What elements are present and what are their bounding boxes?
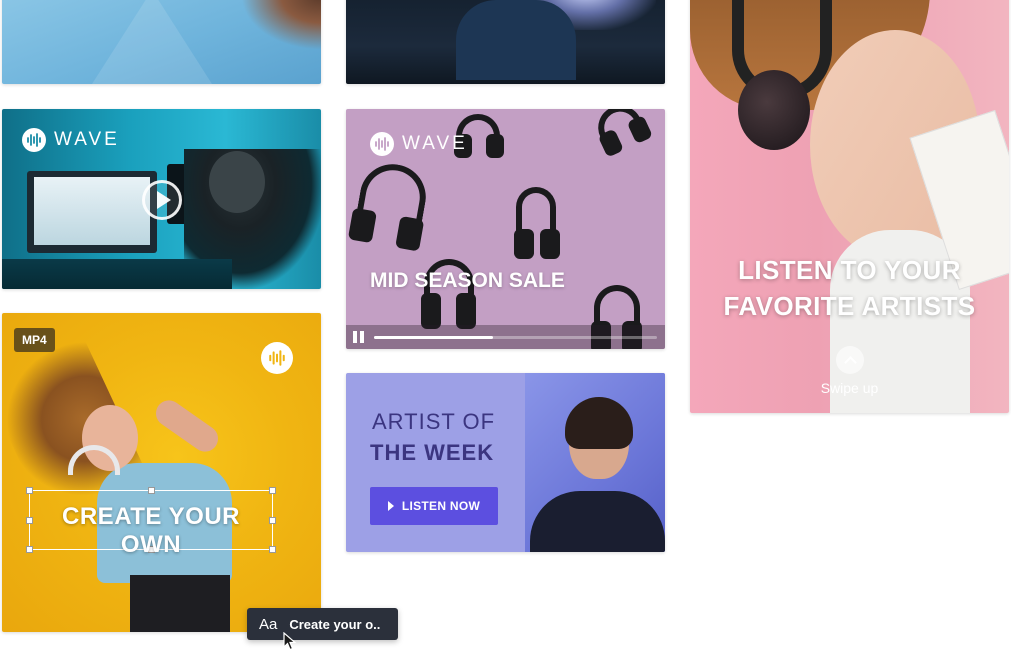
template-card-artist[interactable]: ARTIST OF THE WEEK LISTEN NOW bbox=[346, 373, 665, 552]
resize-handle[interactable] bbox=[148, 487, 155, 494]
template-card-story[interactable]: LISTEN TO YOUR FAVORITE ARTISTS Swipe up bbox=[690, 0, 1009, 413]
pause-icon[interactable] bbox=[353, 331, 365, 343]
photo-arm bbox=[150, 395, 224, 457]
photo-screen bbox=[34, 177, 150, 245]
photo-pants bbox=[130, 575, 230, 632]
text-selection-box[interactable]: CREATE YOUR OWN bbox=[26, 487, 276, 558]
resize-handle[interactable] bbox=[269, 487, 276, 494]
template-card-top-middle[interactable] bbox=[346, 0, 665, 84]
listen-now-button[interactable]: LISTEN NOW bbox=[370, 487, 498, 525]
story-title-line1: LISTEN TO YOUR bbox=[738, 255, 961, 285]
template-card-create[interactable]: MP4 CREATE YOUR OWN bbox=[2, 313, 321, 632]
photo-head bbox=[209, 151, 265, 213]
text-layer-tooltip: Aa Create your o.. bbox=[247, 608, 398, 640]
artist-heading-line2: THE WEEK bbox=[370, 440, 495, 465]
wave-icon bbox=[261, 342, 293, 374]
photo-person bbox=[456, 0, 576, 80]
wave-logo-text: WAVE bbox=[54, 129, 120, 150]
template-gallery: WAVE MP4 CREATE YOUR OWN WAVE MID SEASON… bbox=[0, 0, 1011, 668]
template-card-sale[interactable]: WAVE MID SEASON SALE bbox=[346, 109, 665, 349]
wave-icon bbox=[370, 132, 394, 156]
wave-logo: WAVE bbox=[22, 128, 120, 152]
play-icon bbox=[157, 191, 171, 209]
sale-title: MID SEASON SALE bbox=[370, 269, 565, 292]
wave-logo-text: WAVE bbox=[402, 133, 468, 154]
progress-track[interactable] bbox=[374, 336, 657, 339]
template-card-studio[interactable]: WAVE bbox=[2, 109, 321, 289]
mouse-cursor-icon bbox=[283, 632, 297, 651]
play-icon bbox=[387, 501, 394, 511]
progress-fill bbox=[374, 336, 493, 339]
template-card-top-left[interactable] bbox=[2, 0, 321, 84]
format-badge: MP4 bbox=[14, 328, 55, 352]
wave-logo: WAVE bbox=[370, 132, 468, 156]
photo-desk bbox=[2, 259, 232, 289]
video-controls bbox=[346, 325, 665, 349]
story-title-line2: FAVORITE ARTISTS bbox=[723, 291, 976, 321]
editable-text[interactable]: CREATE YOUR OWN bbox=[30, 503, 272, 559]
artist-heading-line1: ARTIST OF bbox=[372, 409, 496, 434]
listen-now-label: LISTEN NOW bbox=[401, 499, 481, 513]
background-shape bbox=[92, 0, 212, 84]
chevron-up-icon[interactable] bbox=[836, 346, 864, 374]
text-icon: Aa bbox=[259, 615, 278, 633]
headphone-cup bbox=[738, 70, 810, 150]
resize-handle[interactable] bbox=[26, 487, 33, 494]
tooltip-label: Create your o.. bbox=[289, 616, 381, 632]
swipe-up-label: Swipe up bbox=[820, 380, 879, 396]
artist-photo bbox=[525, 373, 665, 552]
wave-icon bbox=[22, 128, 46, 152]
photo-arm bbox=[241, 0, 321, 50]
story-title: LISTEN TO YOUR FAVORITE ARTISTS bbox=[690, 252, 1009, 324]
play-button[interactable] bbox=[142, 180, 182, 220]
